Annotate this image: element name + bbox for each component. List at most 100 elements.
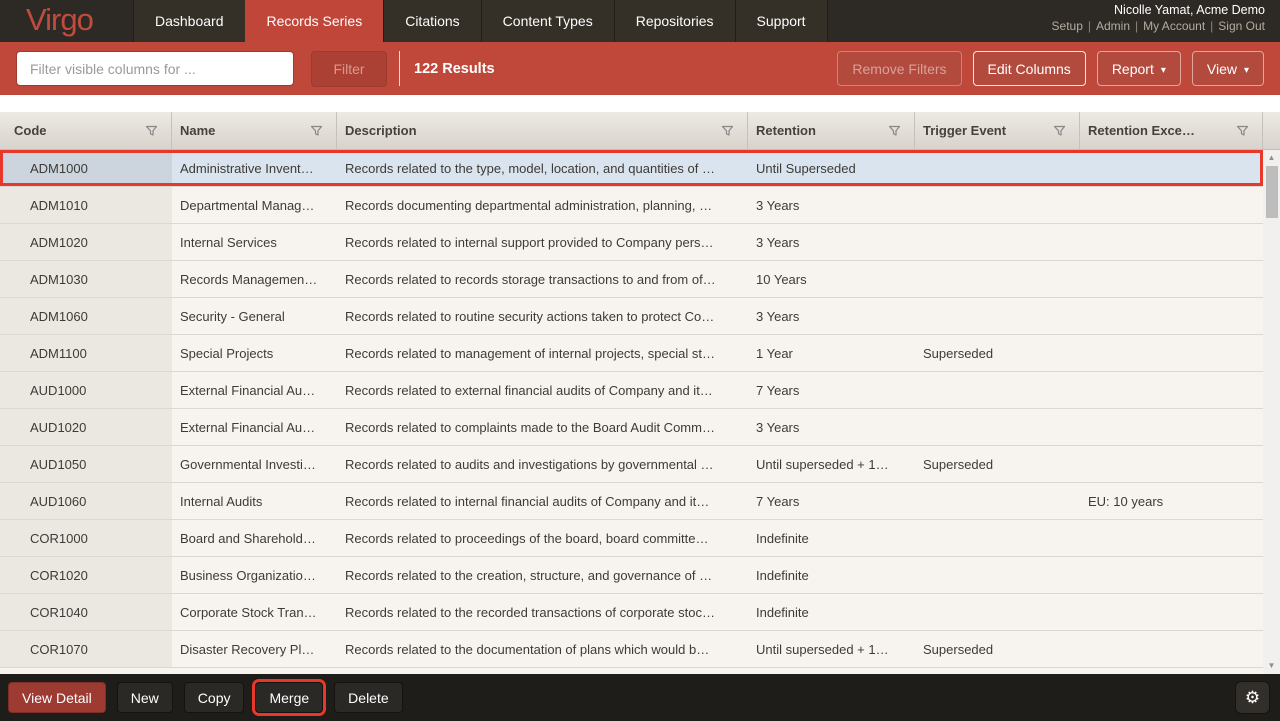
remove-filters-button[interactable]: Remove Filters	[837, 51, 961, 86]
scroll-down-icon[interactable]: ▼	[1268, 658, 1276, 674]
top-nav: Virgo DashboardRecords SeriesCitationsCo…	[0, 0, 1280, 42]
scrollbar-thumb[interactable]	[1266, 166, 1278, 218]
table-row-aud1020[interactable]: AUD1020External Financial Au…Records rel…	[0, 409, 1263, 446]
table-row-cor1070[interactable]: COR1070Disaster Recovery Pl…Records rela…	[0, 631, 1263, 668]
tab-records-series[interactable]: Records Series	[245, 0, 384, 42]
cell	[915, 187, 1080, 223]
cell	[1080, 446, 1263, 482]
cell: COR1070	[0, 631, 172, 667]
column-label: Code	[14, 123, 47, 138]
cell: COR1000	[0, 520, 172, 556]
column-label: Name	[180, 123, 215, 138]
cell: Records related to internal support prov…	[337, 224, 748, 260]
delete-button[interactable]: Delete	[334, 682, 402, 713]
cell: Corporate Stock Tran…	[172, 594, 337, 630]
table-row-adm1030[interactable]: ADM1030Records Managemen…Records related…	[0, 261, 1263, 298]
cell: 7 Years	[748, 372, 915, 408]
spacer	[0, 95, 1280, 112]
column-header-name[interactable]: Name	[172, 112, 337, 149]
view-label: View	[1207, 61, 1237, 77]
cell: Until Superseded	[748, 150, 915, 186]
cell: Indefinite	[748, 520, 915, 556]
cell: Records documenting departmental adminis…	[337, 187, 748, 223]
table-row-adm1060[interactable]: ADM1060Security - GeneralRecords related…	[0, 298, 1263, 335]
view-detail-button[interactable]: View Detail	[8, 682, 106, 713]
cell: COR1020	[0, 557, 172, 593]
column-header-trigger-event[interactable]: Trigger Event	[915, 112, 1080, 149]
table-row-cor1000[interactable]: COR1000Board and Sharehold…Records relat…	[0, 520, 1263, 557]
cell: Records related to records storage trans…	[337, 261, 748, 297]
filter-funnel-icon[interactable]	[310, 125, 323, 137]
edit-columns-button[interactable]: Edit Columns	[973, 51, 1086, 86]
cell	[915, 483, 1080, 519]
copy-button[interactable]: Copy	[184, 682, 245, 713]
cell: Indefinite	[748, 594, 915, 630]
tab-support[interactable]: Support	[735, 0, 828, 42]
separator: |	[1088, 19, 1091, 33]
cell: Special Projects	[172, 335, 337, 371]
tab-dashboard[interactable]: Dashboard	[133, 0, 245, 42]
virgo-app: Virgo DashboardRecords SeriesCitationsCo…	[0, 0, 1280, 721]
user-link-my-account[interactable]: My Account	[1143, 19, 1205, 33]
cell	[1080, 594, 1263, 630]
merge-button[interactable]: Merge	[255, 682, 323, 713]
filter-input[interactable]	[16, 51, 294, 86]
user-link-sign-out[interactable]: Sign Out	[1218, 19, 1265, 33]
table-row-adm1100[interactable]: ADM1100Special ProjectsRecords related t…	[0, 335, 1263, 372]
table-row-adm1000[interactable]: ADM1000Administrative Invent…Records rel…	[0, 150, 1263, 187]
cell	[1080, 372, 1263, 408]
user-link-admin[interactable]: Admin	[1096, 19, 1130, 33]
column-header-retention[interactable]: Retention	[748, 112, 915, 149]
filter-button[interactable]: Filter	[311, 51, 387, 87]
cell: COR1040	[0, 594, 172, 630]
vertical-scrollbar[interactable]: ▲ ▼	[1263, 150, 1280, 674]
cell	[1080, 187, 1263, 223]
table-row-cor1040[interactable]: COR1040Corporate Stock Tran…Records rela…	[0, 594, 1263, 631]
gear-icon: ⚙	[1245, 688, 1260, 708]
cell: 3 Years	[748, 187, 915, 223]
table-row-aud1050[interactable]: AUD1050Governmental Investi…Records rela…	[0, 446, 1263, 483]
table-row-adm1010[interactable]: ADM1010Departmental Manag…Records docume…	[0, 187, 1263, 224]
filter-funnel-icon[interactable]	[888, 125, 901, 137]
cell: Business Organizatio…	[172, 557, 337, 593]
table-row-cor1020[interactable]: COR1020Business Organizatio…Records rela…	[0, 557, 1263, 594]
column-header-retention-exce[interactable]: Retention Exce…	[1080, 112, 1263, 149]
app-logo[interactable]: Virgo	[0, 0, 133, 42]
view-dropdown-button[interactable]: View▾	[1192, 51, 1264, 86]
scroll-up-icon[interactable]: ▲	[1268, 150, 1276, 166]
cell: Superseded	[915, 446, 1080, 482]
cell: AUD1020	[0, 409, 172, 445]
tab-repositories[interactable]: Repositories	[614, 0, 735, 42]
column-label: Retention	[756, 123, 816, 138]
tab-citations[interactable]: Citations	[383, 0, 480, 42]
cell: Administrative Invent…	[172, 150, 337, 186]
user-area: Nicolle Yamat, Acme Demo Setup|Admin|My …	[1047, 0, 1280, 42]
filter-funnel-icon[interactable]	[721, 125, 734, 137]
report-dropdown-button[interactable]: Report▾	[1097, 51, 1181, 86]
filter-funnel-icon[interactable]	[1053, 125, 1066, 137]
column-label: Trigger Event	[923, 123, 1006, 138]
cell: 10 Years	[748, 261, 915, 297]
results-count: 122 Results	[414, 61, 495, 77]
table-row-aud1000[interactable]: AUD1000External Financial Au…Records rel…	[0, 372, 1263, 409]
filter-funnel-icon[interactable]	[1236, 125, 1249, 137]
column-header-description[interactable]: Description	[337, 112, 748, 149]
action-bar: View Detail New Copy Merge Delete ⚙	[0, 674, 1280, 721]
cell	[915, 261, 1080, 297]
cell: Superseded	[915, 631, 1080, 667]
new-button[interactable]: New	[117, 682, 173, 713]
settings-gear-button[interactable]: ⚙	[1235, 681, 1270, 714]
column-header-code[interactable]: Code	[0, 112, 172, 149]
table-row-adm1020[interactable]: ADM1020Internal ServicesRecords related …	[0, 224, 1263, 261]
filter-funnel-icon[interactable]	[145, 125, 158, 137]
cell: Records related to the documentation of …	[337, 631, 748, 667]
cell: ADM1060	[0, 298, 172, 334]
cell: Records related to routine security acti…	[337, 298, 748, 334]
cell	[1080, 224, 1263, 260]
table-row-aud1060[interactable]: AUD1060Internal AuditsRecords related to…	[0, 483, 1263, 520]
user-link-setup[interactable]: Setup	[1052, 19, 1083, 33]
tab-content-types[interactable]: Content Types	[481, 0, 614, 42]
cell	[915, 150, 1080, 186]
cell: External Financial Au…	[172, 372, 337, 408]
cell: Internal Services	[172, 224, 337, 260]
